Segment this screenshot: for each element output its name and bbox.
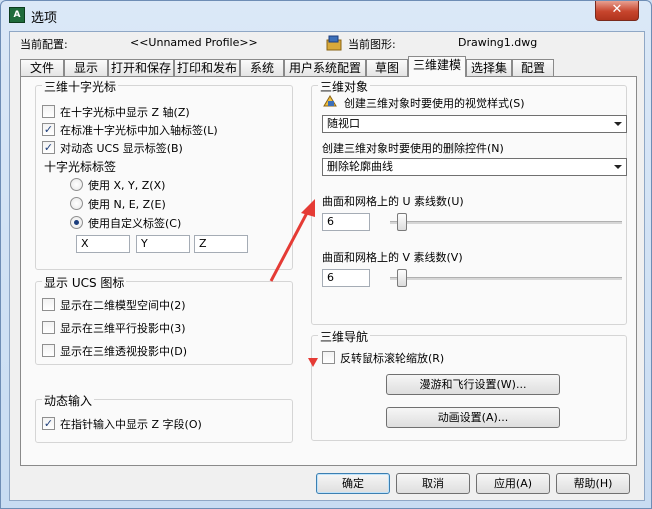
- axis-labels-checkbox[interactable]: ✓: [42, 123, 55, 136]
- ucs-3d-perspective-checkbox[interactable]: [42, 344, 55, 357]
- red-annotation-triangle: [308, 358, 318, 367]
- drawing-icon: [326, 35, 342, 51]
- current-profile-value: <<Unnamed Profile>>: [130, 36, 258, 49]
- ucs-3d-parallel-label: 显示在三维平行投影中(3): [60, 322, 186, 335]
- visual-style-select[interactable]: 随视口: [322, 115, 627, 133]
- dynamic-input-group-title: 动态输入: [42, 392, 95, 409]
- crosshair-group: 三维十字光标 在十字光标中显示 Z 轴(Z) ✓ 在标准十字光标中加入轴标签(L…: [35, 78, 293, 270]
- xyz-labels-label: 使用 X, Y, Z(X): [88, 179, 166, 192]
- autocad-app-icon: A: [9, 7, 25, 23]
- chevron-down-icon: [614, 165, 622, 169]
- pointer-z-field-checkbox[interactable]: ✓: [42, 417, 55, 430]
- cancel-button[interactable]: 取消: [396, 473, 470, 494]
- tab-panel-3d-modeling: 三维十字光标 在十字光标中显示 Z 轴(Z) ✓ 在标准十字光标中加入轴标签(L…: [20, 76, 637, 466]
- tab-open-save[interactable]: 打开和保存: [108, 59, 174, 76]
- tab-files[interactable]: 文件: [20, 59, 64, 76]
- u-isolines-slider-thumb[interactable]: [397, 213, 407, 231]
- window-title: 选项: [31, 11, 58, 26]
- tab-display[interactable]: 显示: [64, 59, 108, 76]
- xyz-labels-radio[interactable]: [70, 178, 83, 191]
- tab-selection[interactable]: 选择集: [466, 59, 512, 76]
- title-bar[interactable]: A 选项 ✕: [1, 1, 651, 31]
- visual-style-label: 创建三维对象时要使用的视觉样式(S): [344, 97, 525, 110]
- options-dialog: A 选项 ✕ 当前配置: <<Unnamed Profile>> 当前图形: D…: [0, 0, 652, 509]
- 3d-objects-group: 三维对象 创建三维对象时要使用的视觉样式(S) 随视口 创建三维对象时要使用的删…: [311, 78, 627, 325]
- 3d-navigation-group: 三维导航 反转鼠标滚轮缩放(R) 漫游和飞行设置(W)... 动画设置(A)..…: [311, 328, 627, 441]
- custom-labels-label: 使用自定义标签(C): [88, 217, 182, 230]
- tab-system[interactable]: 系统: [240, 59, 284, 76]
- visual-style-icon: [323, 95, 337, 107]
- ucs-2d-model-label: 显示在二维模型空间中(2): [60, 299, 186, 312]
- tab-plot-publish[interactable]: 打印和发布: [174, 59, 240, 76]
- custom-label-z-input[interactable]: Z: [194, 235, 248, 253]
- 3d-navigation-group-title: 三维导航: [318, 328, 371, 345]
- close-button[interactable]: ✕: [595, 1, 639, 21]
- reverse-wheel-label: 反转鼠标滚轮缩放(R): [340, 352, 445, 365]
- animation-settings-button[interactable]: 动画设置(A)...: [386, 407, 560, 428]
- tab-profiles[interactable]: 配置: [512, 59, 554, 76]
- show-z-axis-label: 在十字光标中显示 Z 轴(Z): [60, 106, 190, 119]
- tab-user-preferences[interactable]: 用户系统配置: [284, 59, 366, 76]
- custom-label-x-input[interactable]: X: [76, 235, 130, 253]
- chevron-down-icon: [614, 122, 622, 126]
- dynamic-ucs-labels-label: 对动态 UCS 显示标签(B): [60, 142, 183, 155]
- ucs-2d-model-checkbox[interactable]: [42, 298, 55, 311]
- custom-label-y-input[interactable]: Y: [136, 235, 190, 253]
- crosshair-labels-title: 十字光标标签: [44, 160, 117, 174]
- u-isolines-label: 曲面和网格上的 U 素线数(U): [322, 195, 464, 208]
- tab-drafting[interactable]: 草图: [366, 59, 408, 76]
- visual-style-value: 随视口: [327, 117, 360, 130]
- v-isolines-slider-thumb[interactable]: [397, 269, 407, 287]
- current-drawing-value: Drawing1.dwg: [458, 36, 538, 49]
- current-profile-label: 当前配置:: [20, 38, 68, 51]
- pointer-z-field-label: 在指针输入中显示 Z 字段(O): [60, 418, 202, 431]
- dialog-client-area: 当前配置: <<Unnamed Profile>> 当前图形: Drawing1…: [9, 31, 645, 501]
- deletion-control-value: 删除轮廓曲线: [327, 160, 393, 173]
- dynamic-input-group: 动态输入 ✓ 在指针输入中显示 Z 字段(O): [35, 392, 293, 443]
- nez-labels-label: 使用 N, E, Z(E): [88, 198, 166, 211]
- apply-button[interactable]: 应用(A): [476, 473, 550, 494]
- u-isolines-input[interactable]: 6: [322, 213, 370, 231]
- v-isolines-label: 曲面和网格上的 V 素线数(V): [322, 251, 463, 264]
- deletion-control-label: 创建三维对象时要使用的删除控件(N): [322, 142, 504, 155]
- deletion-control-select[interactable]: 删除轮廓曲线: [322, 158, 627, 176]
- crosshair-group-title: 三维十字光标: [42, 78, 119, 95]
- v-isolines-slider-track: [390, 277, 622, 280]
- 3d-objects-group-title: 三维对象: [318, 78, 371, 95]
- tab-3d-modeling[interactable]: 三维建模: [408, 56, 466, 77]
- show-z-axis-checkbox[interactable]: [42, 105, 55, 118]
- ok-button[interactable]: 确定: [316, 473, 390, 494]
- custom-labels-radio[interactable]: [70, 216, 83, 229]
- ucs-3d-perspective-label: 显示在三维透视投影中(D): [60, 345, 188, 358]
- current-drawing-label: 当前图形:: [348, 38, 396, 51]
- nez-labels-radio[interactable]: [70, 197, 83, 210]
- ucs-icon-group: 显示 UCS 图标 显示在二维模型空间中(2) 显示在三维平行投影中(3) 显示…: [35, 274, 293, 365]
- u-isolines-slider-track: [390, 221, 622, 224]
- axis-labels-label: 在标准十字光标中加入轴标签(L): [60, 124, 218, 137]
- help-button[interactable]: 帮助(H): [556, 473, 630, 494]
- reverse-wheel-checkbox[interactable]: [322, 351, 335, 364]
- red-annotation-arrow: [269, 199, 315, 282]
- ucs-3d-parallel-checkbox[interactable]: [42, 321, 55, 334]
- walk-fly-settings-button[interactable]: 漫游和飞行设置(W)...: [386, 374, 560, 395]
- v-isolines-input[interactable]: 6: [322, 269, 370, 287]
- dynamic-ucs-labels-checkbox[interactable]: ✓: [42, 141, 55, 154]
- ucs-icon-group-title: 显示 UCS 图标: [42, 274, 127, 291]
